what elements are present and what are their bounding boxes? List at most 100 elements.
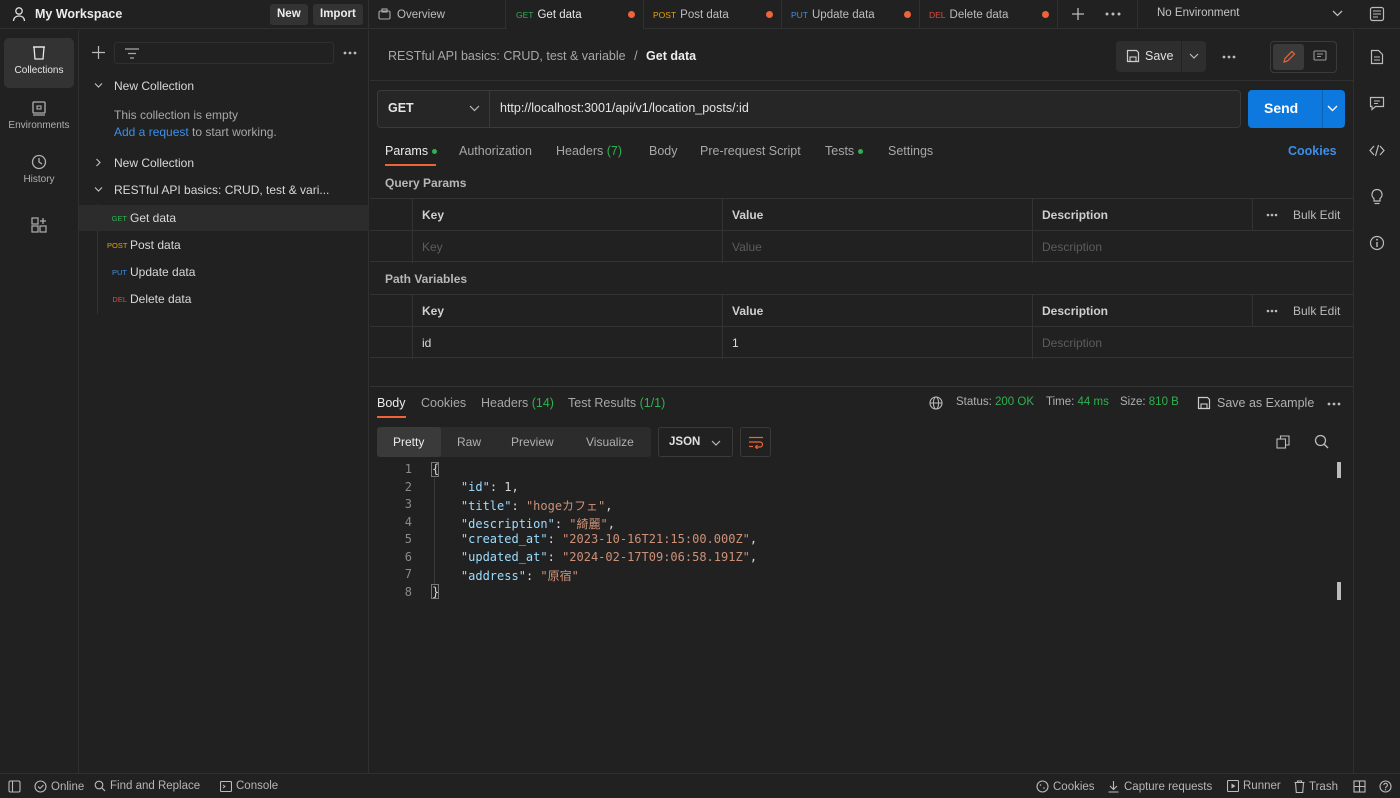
column-options-icon[interactable] (1266, 213, 1278, 217)
add-request-link[interactable]: Add a request (114, 125, 189, 139)
tab-tests[interactable]: Tests (825, 144, 864, 158)
status-value[interactable]: 200 OK (995, 396, 1034, 408)
documentation-icon[interactable] (1370, 49, 1384, 65)
method-select[interactable]: GET (378, 91, 490, 127)
environment-select[interactable]: No Environment (1137, 0, 1353, 29)
request-name: Get data (130, 211, 177, 225)
online-status[interactable]: Online (34, 780, 84, 793)
filter-input[interactable] (114, 42, 334, 64)
line-number: 4 (404, 514, 412, 529)
trash-button[interactable]: Trash (1294, 780, 1338, 793)
value-column-header: Value (722, 295, 1032, 327)
time-value[interactable]: 44 ms (1078, 396, 1109, 408)
method-badge: DEL (112, 294, 127, 304)
search-icon[interactable] (1314, 434, 1329, 449)
request-more-icon[interactable] (1222, 55, 1236, 59)
save-button[interactable]: Save (1116, 41, 1182, 72)
bulk-edit-button[interactable]: Bulk Edit (1293, 199, 1340, 231)
response-more-icon[interactable] (1327, 402, 1341, 406)
value-input[interactable]: 1 (722, 327, 1032, 359)
add-collection-icon[interactable] (92, 46, 105, 59)
info-icon[interactable] (1369, 235, 1385, 251)
json-value: "原宿" (540, 569, 579, 583)
tab-post-data[interactable]: POST Post data (645, 0, 782, 29)
comments-icon[interactable] (1369, 96, 1385, 111)
tab-update-data[interactable]: PUT Update data (783, 0, 920, 29)
request-row-get[interactable]: GET Get data (79, 205, 369, 231)
collection-row[interactable]: New Collection (79, 73, 369, 99)
sidebar-toggle-icon[interactable] (8, 780, 21, 793)
wrap-lines-button[interactable] (740, 427, 771, 457)
tab-get-data[interactable]: GET Get data (507, 0, 644, 29)
environment-quick-look-icon[interactable] (1369, 6, 1385, 22)
cookies-button[interactable]: Cookies (1036, 780, 1095, 793)
status-dot (858, 149, 864, 155)
description-input[interactable]: Description (1032, 327, 1353, 359)
tab-settings[interactable]: Settings (888, 144, 933, 158)
tab-body[interactable]: Body (649, 144, 678, 158)
collection-row[interactable]: RESTful API basics: CRUD, test & vari... (79, 177, 369, 203)
sidebar-more-icon[interactable] (343, 51, 357, 55)
response-tab-test-results[interactable]: Test Results (1/1) (568, 396, 665, 410)
description-input[interactable]: Description (1032, 231, 1353, 263)
collection-row[interactable]: New Collection (79, 150, 369, 176)
globe-icon[interactable] (929, 396, 943, 410)
breadcrumb-current[interactable]: Get data (646, 49, 696, 63)
format-raw[interactable]: Raw (457, 427, 481, 457)
response-body-editor[interactable]: 1 2 3 4 5 6 7 8 { "id": 1, "title": "hog… (370, 462, 1353, 612)
console-button[interactable]: Console (220, 780, 278, 792)
url-input[interactable]: http://localhost:3001/api/v1/location_po… (500, 101, 749, 115)
new-tab-icon[interactable] (1071, 7, 1085, 21)
comment-icon[interactable] (1313, 50, 1327, 63)
lightbulb-icon[interactable] (1370, 188, 1384, 205)
response-tab-headers[interactable]: Headers (14) (481, 396, 554, 410)
find-replace-button[interactable]: Find and Replace (94, 780, 200, 792)
code-icon[interactable] (1369, 144, 1385, 157)
check-circle-icon (34, 780, 47, 793)
tab-authorization[interactable]: Authorization (459, 144, 532, 158)
tab-headers[interactable]: Headers (7) (556, 144, 622, 158)
import-button[interactable]: Import (313, 4, 363, 25)
layout-icon[interactable] (1353, 780, 1366, 793)
format-preview[interactable]: Preview (511, 427, 554, 457)
response-tab-body[interactable]: Body (377, 396, 406, 410)
response-tab-cookies[interactable]: Cookies (421, 396, 466, 410)
edit-mode-button[interactable] (1273, 44, 1304, 70)
help-icon[interactable] (1379, 780, 1392, 793)
request-row-post[interactable]: POST Post data (79, 232, 369, 258)
workspace-title[interactable]: My Workspace (35, 7, 122, 21)
scrollbar-thumb[interactable] (1337, 462, 1341, 478)
rail-history[interactable]: History (4, 147, 74, 197)
tab-pre-request-script[interactable]: Pre-request Script (700, 144, 801, 158)
format-pretty[interactable]: Pretty (393, 427, 424, 457)
capture-requests-button[interactable]: Capture requests (1107, 780, 1212, 793)
format-type-select[interactable]: JSON (658, 427, 733, 457)
filter-icon (125, 48, 139, 59)
add-workspace-panel-icon[interactable] (30, 216, 48, 234)
cookies-link[interactable]: Cookies (1288, 144, 1337, 158)
tab-params[interactable]: Params (385, 144, 438, 158)
rail-environments[interactable]: Environments (4, 93, 74, 143)
new-button[interactable]: New (270, 4, 308, 25)
size-value[interactable]: 810 B (1149, 396, 1179, 408)
copy-icon[interactable] (1276, 435, 1290, 449)
tab-delete-data[interactable]: DEL Delete data (921, 0, 1058, 29)
rail-collections[interactable]: Collections (4, 38, 74, 88)
key-input[interactable]: Key (412, 231, 722, 263)
breadcrumb-parent[interactable]: RESTful API basics: CRUD, test & variabl… (388, 49, 626, 63)
tab-overview[interactable]: Overview (370, 0, 506, 29)
save-options-chevron-icon[interactable] (1189, 53, 1199, 60)
runner-button[interactable]: Runner (1227, 780, 1281, 792)
more-tabs-icon[interactable] (1105, 12, 1121, 16)
send-button[interactable]: Send (1248, 90, 1345, 128)
request-row-put[interactable]: PUT Update data (79, 259, 369, 285)
format-visualize[interactable]: Visualize (586, 427, 634, 457)
column-options-icon[interactable] (1266, 309, 1278, 313)
query-params-title: Query Params (385, 176, 467, 190)
value-input[interactable]: Value (722, 231, 1032, 263)
bulk-edit-button[interactable]: Bulk Edit (1293, 295, 1340, 327)
save-as-example-button[interactable]: Save as Example (1217, 396, 1314, 410)
scrollbar-thumb[interactable] (1337, 582, 1341, 600)
request-row-delete[interactable]: DEL Delete data (79, 286, 369, 312)
send-options-chevron-icon[interactable] (1327, 105, 1338, 112)
